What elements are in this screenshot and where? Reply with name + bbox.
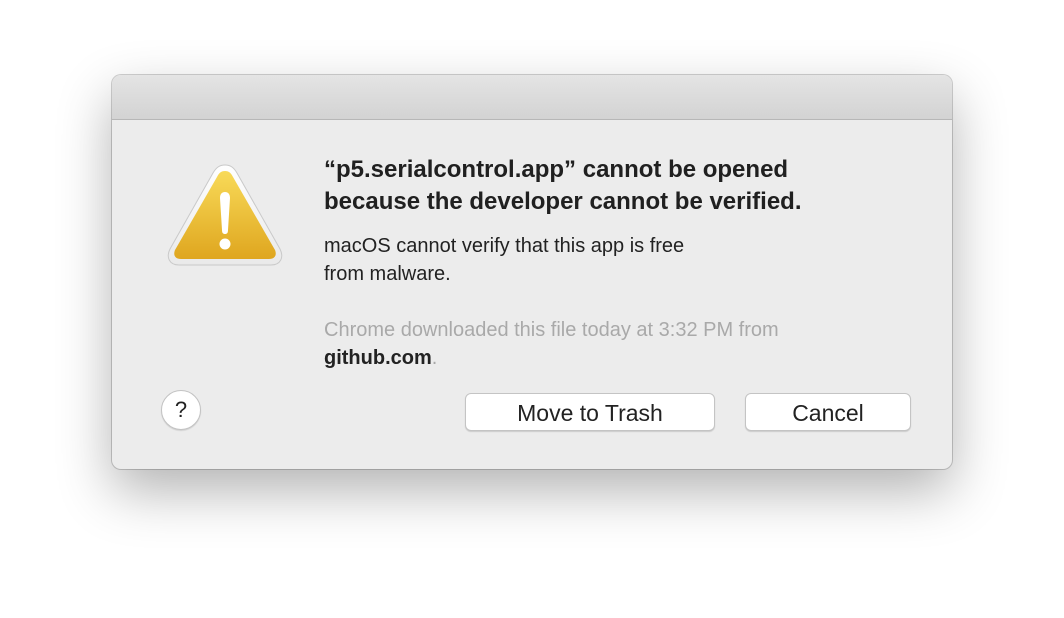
download-source-prefix: Chrome downloaded this file today at 3:3… — [324, 319, 779, 341]
dialog-titlebar[interactable] — [112, 75, 952, 120]
download-source-text: Chrome downloaded this file today at 3:3… — [324, 316, 924, 372]
warning-triangle-icon — [167, 164, 283, 266]
dialog-title: “p5.serialcontrol.app” cannot be opened … — [324, 156, 802, 215]
download-source-suffix: . — [431, 347, 438, 369]
dialog-message: macOS cannot verify that this app is fre… — [324, 235, 685, 285]
cancel-button[interactable]: Cancel — [745, 393, 911, 431]
help-button[interactable]: ? — [161, 390, 201, 430]
move-to-trash-button[interactable]: Move to Trash — [465, 393, 715, 431]
download-source-domain: github.com — [324, 347, 432, 369]
alert-dialog: “p5.serialcontrol.app” cannot be opened … — [112, 75, 952, 469]
